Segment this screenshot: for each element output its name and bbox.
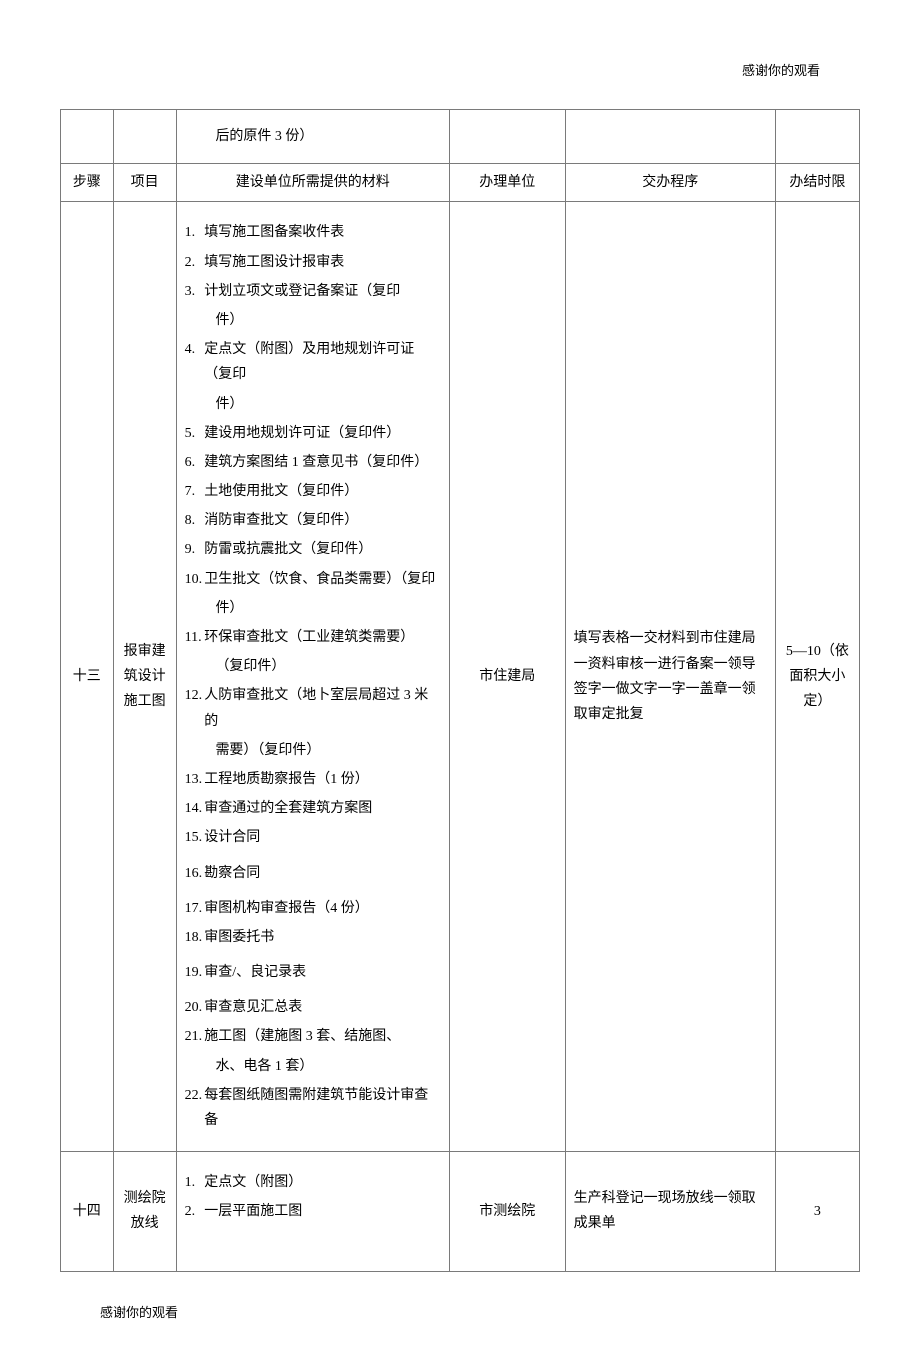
cell-project: 测绘院放线 — [113, 1152, 176, 1271]
cell-project — [113, 110, 176, 164]
materials-num: 20. — [185, 995, 205, 1020]
materials-text: （复印件） — [215, 654, 441, 679]
cell-agency: 市住建局 — [449, 202, 565, 1152]
materials-num: 3. — [185, 279, 205, 304]
materials-text: 审查通过的全套建筑方案图 — [204, 796, 441, 821]
materials-text: 后的原件 3 份） — [215, 124, 441, 149]
col-header-materials: 建设单位所需提供的材料 — [176, 164, 449, 202]
materials-text: 人防审查批文（地卜室层局超过 3 米的 — [204, 683, 441, 733]
table-row: 十三 报审建筑设计施工图 1.填写施工图备案收件表 2.填写施工图设计报审表 3… — [61, 202, 860, 1152]
materials-text: 消防审查批文（复印件） — [204, 508, 441, 533]
cell-materials: 1.定点文（附图） 2.一层平面施工图 — [176, 1152, 449, 1271]
materials-num: 14. — [185, 796, 205, 821]
materials-num: 18. — [185, 925, 205, 950]
materials-num: 19. — [185, 960, 205, 985]
header-note: 感谢你的观看 — [60, 60, 860, 79]
materials-num: 12. — [185, 683, 205, 733]
materials-text: 水、电各 1 套） — [215, 1054, 441, 1079]
cell-materials: 1.填写施工图备案收件表 2.填写施工图设计报审表 3.计划立项文或登记备案证（… — [176, 202, 449, 1152]
materials-text: 填写施工图备案收件表 — [204, 220, 441, 245]
materials-text: 需要）（复印件） — [215, 738, 441, 763]
col-header-procedure: 交办程序 — [565, 164, 775, 202]
table-row: 十四 测绘院放线 1.定点文（附图） 2.一层平面施工图 市测绘院 生产科登记一… — [61, 1152, 860, 1271]
col-header-project: 项目 — [113, 164, 176, 202]
materials-num: 1. — [185, 220, 205, 245]
materials-num: 5. — [185, 421, 205, 446]
cell-procedure — [565, 110, 775, 164]
materials-text: 计划立项文或登记备案证（复印 — [204, 279, 441, 304]
materials-text: 环保审查批文（工业建筑类需要） — [204, 625, 441, 650]
cell-materials: 后的原件 3 份） — [176, 110, 449, 164]
materials-text: 审查意见汇总表 — [204, 995, 441, 1020]
materials-num: 2. — [185, 1199, 205, 1224]
materials-text: 施工图（建施图 3 套、结施图、 — [204, 1024, 441, 1049]
materials-text: 土地使用批文（复印件） — [204, 479, 441, 504]
process-table: 后的原件 3 份） 步骤 项目 建设单位所需提供的材料 办理单位 交办程序 办结… — [60, 109, 860, 1272]
materials-text: 件） — [215, 596, 441, 621]
footer-note: 感谢你的观看 — [100, 1302, 860, 1321]
materials-text: 定点文（附图）及用地规划许可证（复印 — [204, 337, 441, 387]
materials-num: 7. — [185, 479, 205, 504]
materials-text: 建设用地规划许可证（复印件） — [204, 421, 441, 446]
materials-num: 22. — [185, 1083, 205, 1133]
materials-text: 勘察合同 — [204, 861, 441, 886]
materials-text: 填写施工图设计报审表 — [204, 250, 441, 275]
table-row: 后的原件 3 份） — [61, 110, 860, 164]
materials-text: 防雷或抗震批文（复印件） — [204, 537, 441, 562]
cell-procedure: 填写表格一交材料到市住建局一资料审核一进行备案一领导签字一做文字一字一盖章一领取… — [565, 202, 775, 1152]
materials-text: 卫生批文（饮食、食品类需要）（复印 — [204, 567, 441, 592]
materials-num: 16. — [185, 861, 205, 886]
cell-step — [61, 110, 114, 164]
materials-num: 4. — [185, 337, 205, 387]
materials-text: 工程地质勘察报告（1 份） — [204, 767, 441, 792]
materials-num: 11. — [185, 625, 205, 650]
cell-project: 报审建筑设计施工图 — [113, 202, 176, 1152]
materials-num: 9. — [185, 537, 205, 562]
col-header-agency: 办理单位 — [449, 164, 565, 202]
materials-num: 21. — [185, 1024, 205, 1049]
materials-text: 审图机构审查报告（4 份） — [204, 896, 441, 921]
materials-num: 17. — [185, 896, 205, 921]
cell-step: 十三 — [61, 202, 114, 1152]
cell-procedure: 生产科登记一现场放线一领取成果单 — [565, 1152, 775, 1271]
materials-num: 2. — [185, 250, 205, 275]
materials-num: 13. — [185, 767, 205, 792]
materials-text: 每套图纸随图需附建筑节能设计审查备 — [204, 1083, 441, 1133]
cell-deadline: 5—10（依面积大小定） — [775, 202, 859, 1152]
materials-num: 15. — [185, 825, 205, 850]
materials-text: 件） — [215, 392, 441, 417]
table-header-row: 步骤 项目 建设单位所需提供的材料 办理单位 交办程序 办结时限 — [61, 164, 860, 202]
materials-text: 审查/、良记录表 — [204, 960, 441, 985]
materials-text: 审图委托书 — [204, 925, 441, 950]
materials-num: 10. — [185, 567, 205, 592]
cell-agency: 市测绘院 — [449, 1152, 565, 1271]
cell-deadline — [775, 110, 859, 164]
cell-deadline: 3 — [775, 1152, 859, 1271]
materials-num: 6. — [185, 450, 205, 475]
materials-num: 1. — [185, 1170, 205, 1195]
cell-step: 十四 — [61, 1152, 114, 1271]
materials-text: 一层平面施工图 — [204, 1199, 441, 1224]
col-header-deadline: 办结时限 — [775, 164, 859, 202]
materials-num: 8. — [185, 508, 205, 533]
materials-text: 设计合同 — [204, 825, 441, 850]
materials-text: 件） — [215, 308, 441, 333]
col-header-step: 步骤 — [61, 164, 114, 202]
materials-text: 定点文（附图） — [204, 1170, 441, 1195]
cell-agency — [449, 110, 565, 164]
materials-text: 建筑方案图结 1 查意见书（复印件） — [204, 450, 441, 475]
